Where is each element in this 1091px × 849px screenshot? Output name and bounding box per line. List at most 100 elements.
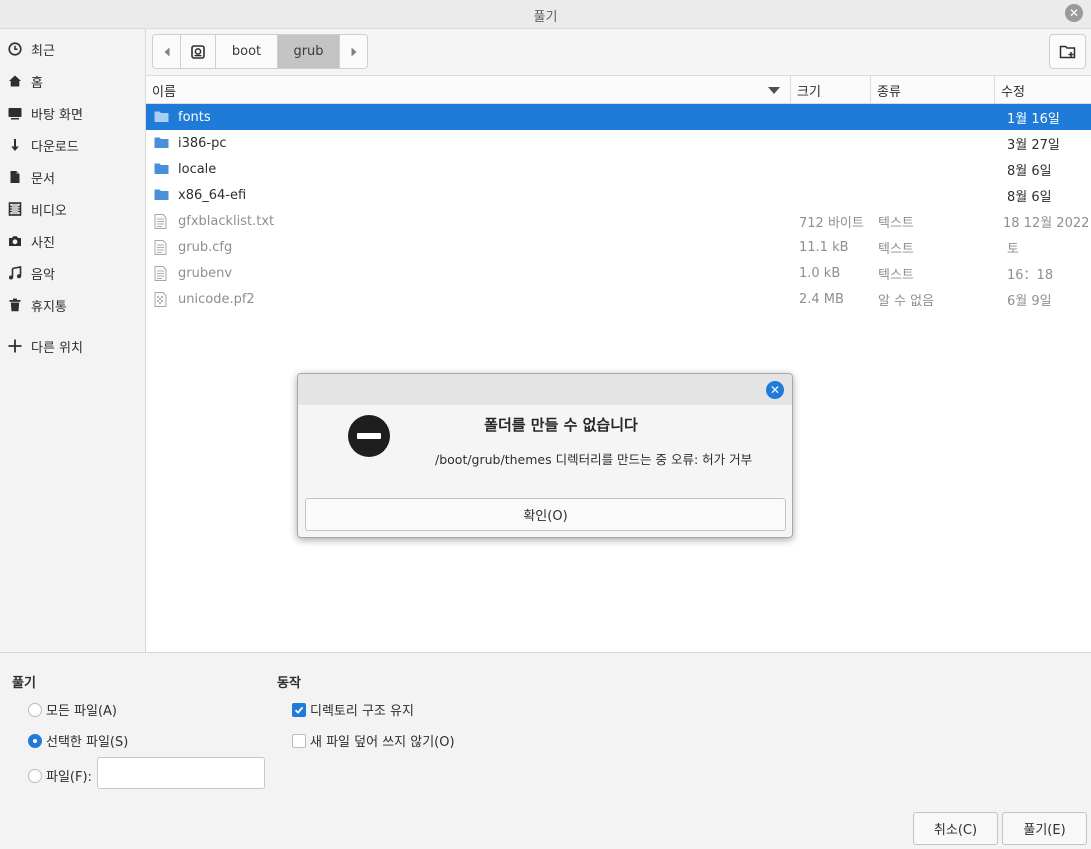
file-row[interactable]: unicode.pf2 2.4 MB 알 수 없음 6월 9일: [146, 286, 1091, 312]
window-title: 풀기: [533, 10, 558, 25]
dialog-close-button[interactable]: ✕: [766, 381, 784, 399]
sidebar-item-music[interactable]: 음악: [0, 259, 145, 287]
sidebar-item-pictures[interactable]: 사진: [0, 227, 145, 255]
file-name: x86_64-efi: [178, 187, 247, 203]
file-modified: 1월 16일: [1007, 111, 1060, 127]
sidebar-item-desktop[interactable]: 바탕 화면: [0, 99, 145, 127]
sidebar: 최근 홈 바탕 화면 다운로드 문서 비디오 사진 음악 휴지통 다른 위치: [0, 29, 146, 652]
sidebar-item-label: 휴지통: [31, 299, 67, 315]
checkmark-icon: [294, 706, 304, 714]
title-bar: 풀기 ✕: [0, 0, 1091, 29]
file-type: 알 수 없음: [878, 293, 935, 309]
radio-files[interactable]: 파일(F):: [28, 766, 92, 785]
column-header-name[interactable]: 이름: [146, 76, 791, 104]
checkbox-keep-structure[interactable]: 디렉토리 구조 유지: [292, 700, 414, 719]
column-header-size[interactable]: 크기: [791, 76, 871, 104]
sidebar-item-home[interactable]: 홈: [0, 67, 145, 95]
path-bar: boot grub: [152, 34, 368, 69]
sidebar-item-videos[interactable]: 비디오: [0, 195, 145, 223]
sidebar-item-recent[interactable]: 최근: [0, 35, 145, 63]
file-row[interactable]: grub.cfg 11.1 kB 텍스트 토: [146, 234, 1091, 260]
radio-button[interactable]: [28, 702, 42, 717]
path-root-button[interactable]: [181, 35, 216, 68]
radio-selected-files[interactable]: 선택한 파일(S): [28, 731, 128, 750]
file-type: 텍스트: [878, 267, 914, 283]
file-row[interactable]: locale 8월 6일: [146, 156, 1091, 182]
sidebar-item-label: 음악: [31, 267, 55, 283]
checkbox-no-overwrite[interactable]: 새 파일 덮어 쓰지 않기(O): [292, 731, 455, 750]
desktop-icon: [8, 106, 22, 120]
column-header-modified[interactable]: 수정: [995, 76, 1091, 104]
file-name: unicode.pf2: [178, 291, 255, 307]
cancel-button[interactable]: 취소(C): [913, 812, 998, 845]
file-size: 2.4 MB: [799, 291, 844, 307]
sort-descending-icon: [768, 87, 780, 94]
sidebar-item-trash[interactable]: 휴지통: [0, 291, 145, 319]
text-file-icon: [154, 213, 169, 229]
path-forward-button[interactable]: [340, 35, 367, 68]
file-size: 712 바이트: [799, 215, 864, 231]
path-segment-grub[interactable]: grub: [278, 35, 340, 68]
file-row[interactable]: fonts 1월 16일: [146, 104, 1091, 130]
path-back-button[interactable]: [153, 35, 181, 68]
file-modified: 8월 6일: [1007, 189, 1052, 205]
files-pattern-input[interactable]: [97, 757, 265, 789]
dialog-title: 폴더를 만들 수 없습니다: [484, 416, 638, 434]
file-row[interactable]: grubenv 1.0 kB 텍스트 16：18: [146, 260, 1091, 286]
sidebar-item-label: 바탕 화면: [31, 107, 83, 123]
binary-file-icon: [154, 291, 169, 307]
file-modified: 18 12월 2022: [1003, 215, 1090, 231]
error-dialog: ✕ 폴더를 만들 수 없습니다 /boot/grub/themes 디렉터리를 …: [297, 373, 793, 538]
sidebar-item-label: 비디오: [31, 203, 67, 219]
folder-icon: [154, 162, 169, 177]
location-toolbar: boot grub: [146, 29, 1091, 76]
file-list: 이름 크기 종류 수정 fonts 1월 16일 i386-pc 3월 27일 …: [146, 76, 1091, 652]
checkbox-label: 디렉토리 구조 유지: [310, 704, 414, 719]
close-window-button[interactable]: ✕: [1065, 4, 1083, 22]
sidebar-item-downloads[interactable]: 다운로드: [0, 131, 145, 159]
file-row[interactable]: x86_64-efi 8월 6일: [146, 182, 1091, 208]
sidebar-item-documents[interactable]: 문서: [0, 163, 145, 191]
checkbox[interactable]: [292, 733, 306, 748]
sidebar-item-label: 다운로드: [31, 139, 79, 155]
disk-icon: [191, 44, 205, 59]
extract-section-title: 풀기: [12, 676, 36, 691]
sidebar-item-label: 사진: [31, 235, 55, 251]
new-folder-button[interactable]: [1049, 34, 1086, 69]
clock-icon: [8, 42, 22, 56]
file-size: 11.1 kB: [799, 239, 849, 255]
radio-label: 선택한 파일(S): [46, 735, 129, 750]
file-name: grubenv: [178, 265, 233, 281]
file-type: 텍스트: [878, 215, 914, 231]
file-name: i386-pc: [178, 135, 227, 151]
new-folder-icon: [1059, 45, 1075, 58]
file-row[interactable]: gfxblacklist.txt 712 바이트 텍스트 18 12월 2022: [146, 208, 1091, 234]
music-icon: [8, 266, 22, 280]
extract-button[interactable]: 풀기(E): [1002, 812, 1087, 845]
dialog-message: /boot/grub/themes 디렉터리를 만드는 중 오류: 허가 거부: [435, 452, 753, 467]
dialog-ok-button[interactable]: 확인(O): [305, 498, 786, 531]
radio-label: 모든 파일(A): [46, 704, 118, 719]
file-name: gfxblacklist.txt: [178, 213, 275, 229]
radio-label: 파일(F):: [46, 770, 92, 785]
radio-button[interactable]: [28, 733, 42, 748]
text-file-icon: [154, 239, 169, 255]
path-segment-boot[interactable]: boot: [216, 35, 278, 68]
download-icon: [8, 138, 22, 152]
file-name: fonts: [178, 109, 211, 125]
column-header-type[interactable]: 종류: [871, 76, 995, 104]
checkbox[interactable]: [292, 702, 306, 717]
folder-icon: [154, 188, 169, 203]
folder-icon: [154, 110, 169, 125]
sidebar-item-other-locations[interactable]: 다른 위치: [0, 332, 145, 360]
radio-all-files[interactable]: 모든 파일(A): [28, 700, 117, 719]
trash-icon: [8, 298, 22, 312]
dialog-header: ✕: [298, 374, 792, 405]
radio-button[interactable]: [28, 768, 42, 783]
file-type: 텍스트: [878, 241, 914, 257]
file-row[interactable]: i386-pc 3월 27일: [146, 130, 1091, 156]
folder-icon: [154, 136, 169, 151]
home-icon: [8, 74, 22, 88]
sidebar-item-label: 홈: [31, 75, 43, 91]
document-icon: [8, 170, 22, 184]
